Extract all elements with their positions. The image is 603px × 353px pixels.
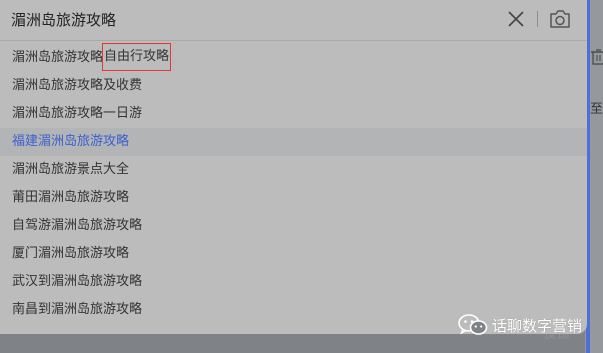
suggestion-text: 湄洲岛旅游攻略 bbox=[12, 50, 104, 65]
suggestion-item[interactable]: 湄洲岛旅游攻略及收费 bbox=[0, 72, 587, 100]
suggestion-item[interactable]: 湄洲岛旅游攻略自由行攻略 bbox=[0, 43, 587, 72]
close-icon bbox=[508, 11, 524, 27]
suggestion-item[interactable]: 莆田湄洲岛旅游攻略 bbox=[0, 184, 587, 212]
watermark: 话聊数字营销 bbox=[458, 313, 582, 337]
suggestion-text: 湄洲岛旅游攻略及收费 bbox=[12, 78, 143, 93]
suggestion-item[interactable]: 厦门湄洲岛旅游攻略 bbox=[0, 240, 587, 268]
search-input[interactable]: 湄洲岛旅游攻略 bbox=[11, 9, 116, 31]
wechat-icon bbox=[458, 314, 488, 335]
search-suggestion-popup: 湄洲岛旅游攻略 湄洲岛旅游攻略自由行攻略 湄洲岛旅游攻略及收费 湄洲岛旅游攻略一… bbox=[0, 0, 587, 334]
suggestion-text: 湄洲岛旅游景点大全 bbox=[12, 162, 130, 177]
suggestion-list: 湄洲岛旅游攻略自由行攻略 湄洲岛旅游攻略及收费 湄洲岛旅游攻略一日游 福建湄洲岛… bbox=[0, 43, 587, 324]
suggestion-text: 福建湄洲岛旅游攻略 bbox=[12, 134, 130, 149]
watermark-text: 话聊数字营销 bbox=[492, 316, 583, 335]
image-search-button[interactable] bbox=[548, 8, 572, 30]
suggestion-item[interactable]: 湄洲岛旅游景点大全 bbox=[0, 156, 587, 184]
trash-icon[interactable] bbox=[590, 49, 603, 66]
suggestion-text: 武汉到湄洲岛旅游攻略 bbox=[12, 274, 143, 289]
suggestion-item[interactable]: 湄洲岛旅游攻略一日游 bbox=[0, 100, 587, 128]
suggestion-item-active[interactable]: 福建湄洲岛旅游攻略 bbox=[0, 128, 587, 156]
background-text-fragment: 至 bbox=[590, 102, 603, 117]
search-bar: 湄洲岛旅游攻略 bbox=[0, 0, 587, 41]
suggestion-text: 自驾游湄洲岛旅游攻略 bbox=[12, 218, 143, 233]
suggestion-item[interactable]: 武汉到湄洲岛旅游攻略 bbox=[0, 268, 587, 296]
suggestion-text: 莆田湄洲岛旅游攻略 bbox=[12, 190, 130, 205]
camera-icon bbox=[550, 10, 570, 28]
suggestion-item[interactable]: 自驾游湄洲岛旅游攻略 bbox=[0, 212, 587, 240]
clear-button[interactable] bbox=[506, 9, 526, 29]
search-bar-divider bbox=[537, 11, 538, 27]
suggestion-text: 南昌到湄洲岛旅游攻略 bbox=[12, 302, 143, 317]
suggestion-text: 湄洲岛旅游攻略一日游 bbox=[12, 106, 143, 121]
highlighted-suffix: 自由行攻略 bbox=[102, 43, 172, 71]
suggestion-text: 厦门湄洲岛旅游攻略 bbox=[12, 246, 130, 261]
